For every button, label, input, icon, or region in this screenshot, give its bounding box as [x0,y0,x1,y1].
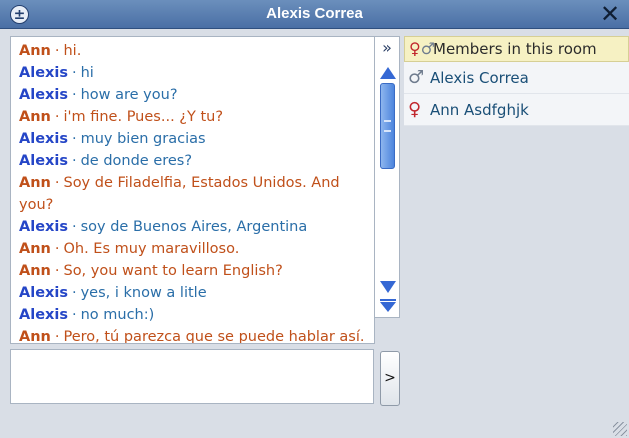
message-text: i'm fine. Pues... ¿Y tu? [63,109,224,125]
message-author: Alexis [19,153,68,169]
message-separator: · [71,65,77,81]
message-author: Ann [19,329,51,344]
member-name: Ann Asdfghjk [430,100,529,119]
message-input[interactable] [11,350,373,403]
message-text: de donde eres? [80,153,193,169]
female-icon: ♀ [408,98,422,120]
member-item[interactable]: ♂ Alexis Correa [404,62,629,94]
message-separator: · [54,329,60,344]
message-author: Alexis [19,65,68,81]
message-text: So, you want to learn English? [63,263,283,279]
members-panel: ♀♂ Members in this room ♂ Alexis Correa ♀ A… [404,36,629,318]
message-item: Ann · Soy de Filadelfia, Estados Unidos. A… [19,172,366,216]
close-icon[interactable]: ✕ [599,2,621,26]
message-author: Alexis [19,285,68,301]
message-list: Ann · hi. Alexis · hi Alexis · how are you? Ann · i… [11,37,374,344]
message-author: Alexis [19,131,68,147]
message-text: yes, i know a litle [80,285,207,301]
members-header: ♀♂ Members in this room [404,36,629,62]
message-item: Alexis · soy de Buenos Aires, Argentina [19,216,366,238]
message-author: Ann [19,263,51,279]
male-icon: ♂ [408,66,425,88]
message-separator: · [54,43,60,59]
message-text: muy bien gracias [80,131,206,147]
window-title: Alexis Correa [266,5,363,22]
scroll-down-arrow-icon[interactable] [380,281,396,293]
message-item: Alexis · no much:) [19,304,366,326]
message-text: Pero, tú parezca que se puede hablar así… [63,329,365,344]
message-item: Alexis · muy bien gracias [19,128,366,150]
message-text: hi [80,65,94,81]
message-panel: Ann · hi. Alexis · hi Alexis · how are you? Ann · i… [10,36,375,344]
message-separator: · [54,241,60,257]
message-text: soy de Buenos Aires, Argentina [80,219,308,235]
scroll-up-arrow-icon[interactable] [380,67,396,79]
message-separator: · [54,175,60,191]
message-item: Ann · So, you want to learn English? [19,260,366,282]
scrollbar[interactable]: » [375,36,400,318]
message-text: no much:) [80,307,155,323]
message-text: Oh. Es muy maravilloso. [63,241,240,257]
message-separator: · [71,87,77,103]
member-name: Alexis Correa [430,68,529,87]
male-female-icon: ♀♂ [409,39,436,58]
thumb-grip-icon [384,120,391,132]
member-item[interactable]: ♀ Ann Asdfghjk [404,94,629,126]
message-item: Ann · hi. [19,40,366,62]
message-author: Ann [19,43,51,59]
scroll-to-bottom-icon[interactable] [380,299,396,313]
message-text: Soy de Filadelfia, Estados Unidos. And y… [19,175,340,213]
message-item: Ann · Oh. Es muy maravilloso. [19,238,366,260]
message-separator: · [71,131,77,147]
message-text: how are you? [80,87,178,103]
message-item: Alexis · how are you? [19,84,366,106]
message-item: Alexis · yes, i know a litle [19,282,366,304]
message-input-box[interactable] [10,349,374,404]
message-separator: · [71,307,77,323]
message-author: Ann [19,109,51,125]
message-separator: · [54,109,60,125]
message-separator: · [71,285,77,301]
member-list: ♂ Alexis Correa ♀ Ann Asdfghjk [404,62,629,126]
message-author: Alexis [19,87,68,103]
message-author: Alexis [19,219,68,235]
message-separator: · [71,219,77,235]
message-item: Ann · Pero, tú parezca que se puede hablar… [19,326,366,344]
resize-grip-icon[interactable] [613,422,627,436]
message-item: Ann · i'm fine. Pues... ¿Y tu? [19,106,366,128]
message-item: Alexis · de donde eres? [19,150,366,172]
message-text: hi. [63,43,82,59]
title-bar: ± Alexis Correa ✕ [0,0,629,29]
expand-panel-button[interactable]: » [375,37,399,61]
message-author: Ann [19,241,51,257]
message-author: Ann [19,175,51,191]
message-separator: · [71,153,77,169]
message-separator: · [54,263,60,279]
scroll-thumb[interactable] [380,83,395,169]
message-author: Alexis [19,307,68,323]
message-item: Alexis · hi [19,62,366,84]
send-button[interactable]: > [380,351,400,406]
members-header-label: Members in this room [433,40,597,58]
